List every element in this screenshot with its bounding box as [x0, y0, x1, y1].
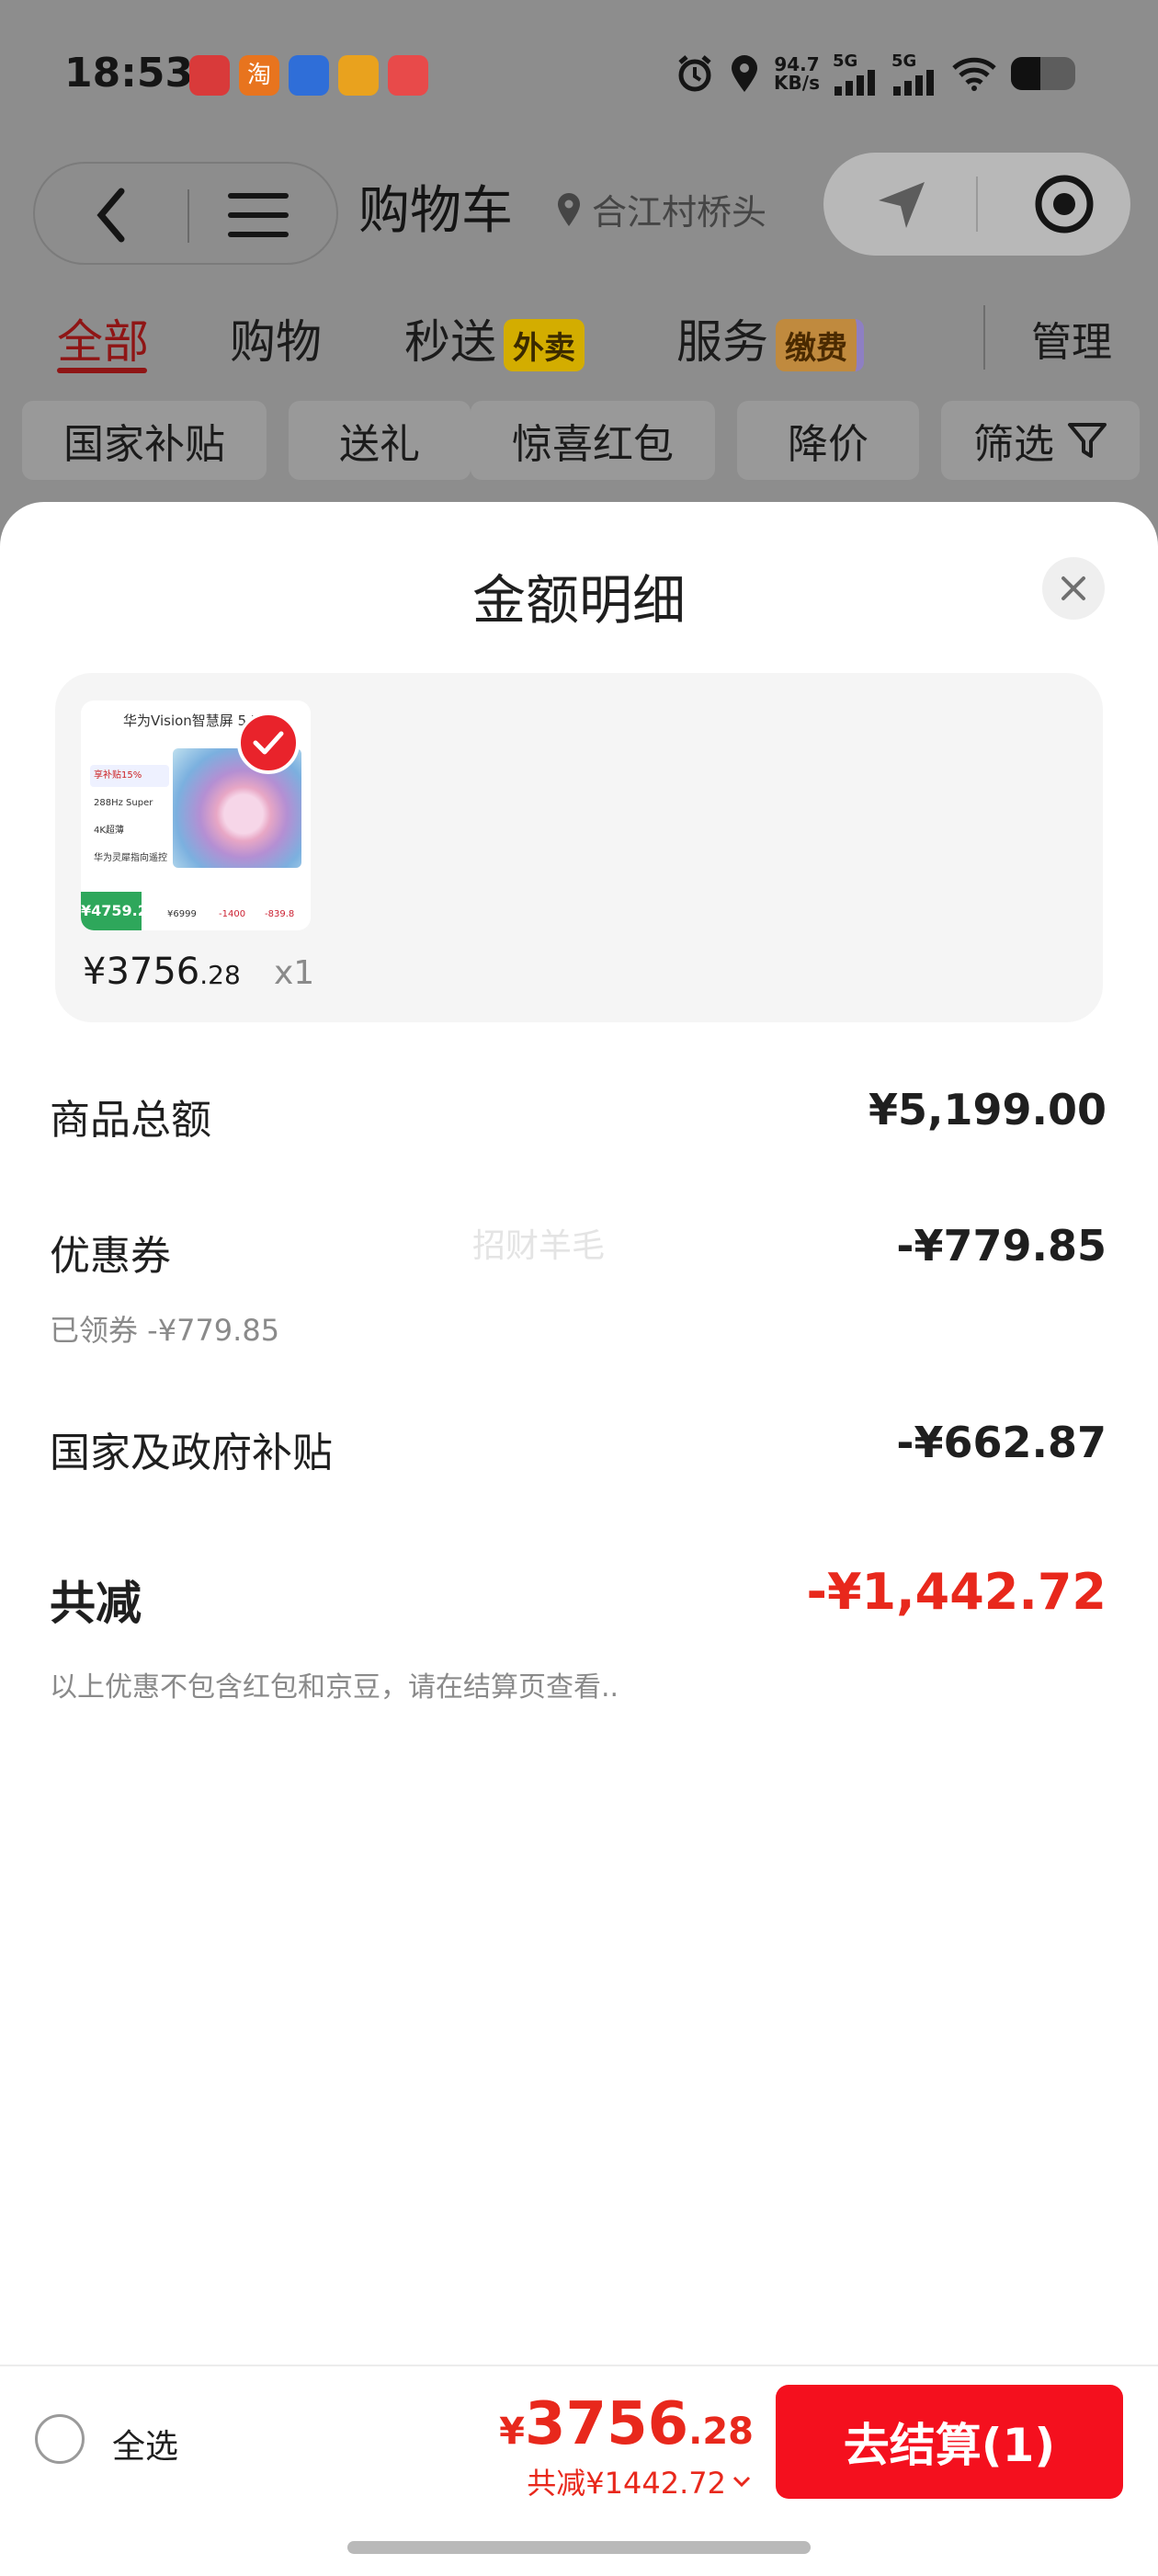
tab-services-label: 服务	[676, 315, 768, 369]
checkmark-icon	[253, 731, 284, 755]
select-all-label[interactable]: 全选	[112, 2420, 178, 2468]
total-price-dec: .28	[688, 2411, 754, 2453]
tab-shopping-label: 购物	[230, 315, 322, 369]
navigate-arrow-icon[interactable]	[875, 177, 930, 232]
subsidy-value: -¥662.87	[896, 1418, 1107, 1467]
goods-total-label: 商品总额	[50, 1097, 211, 1144]
saved-amount: 共减¥1442.72	[527, 2466, 726, 2501]
bill-badge: 缴费	[776, 319, 864, 371]
tab-active-underline	[57, 368, 147, 373]
net-speed-unit: KB/s	[774, 72, 820, 94]
close-icon	[1062, 576, 1085, 600]
tab-express-label: 秒送	[404, 315, 496, 369]
tab-shopping[interactable]: 购物	[230, 305, 322, 371]
chevron-down-icon	[732, 2476, 751, 2488]
signal-icon: 5G	[833, 51, 879, 96]
battery-icon	[1011, 57, 1075, 90]
location-text: 合江村桥头	[592, 192, 767, 233]
signal-icon-2: 5G	[891, 51, 937, 96]
thumb-feature-1: 享补贴15%	[90, 765, 169, 787]
net-speed: 94.7 KB/s	[774, 55, 820, 92]
total-reduction-label: 共减	[50, 1577, 142, 1630]
alarm-icon	[678, 55, 711, 92]
total-price-currency: ¥	[499, 2411, 526, 2453]
status-bar: 18:53 淘 94.7 KB/s 5G 5G	[0, 0, 1158, 147]
total-price: ¥3756.28	[499, 2390, 754, 2458]
total-reduction-value: -¥1,442.72	[806, 1563, 1107, 1621]
filter-chips: 国家补贴 送礼 惊喜红包 降价 筛选	[22, 401, 1143, 480]
total-price-int: 3756	[525, 2390, 689, 2458]
location-icon	[732, 55, 758, 92]
product-quantity: x1	[274, 954, 315, 992]
thumb-discount-2: -839.8	[265, 909, 295, 919]
chat-app-icon	[289, 55, 329, 96]
chip-surprise-redpacket[interactable]: 惊喜红包	[471, 401, 715, 480]
watermark-text: 招财羊毛	[472, 1227, 606, 1265]
tab-all[interactable]: 全部	[57, 305, 149, 371]
action-pill	[823, 153, 1130, 256]
discount-note: 以上优惠不包含红包和京豆，请在结算页查看..	[50, 1671, 619, 1704]
nav-pill	[33, 162, 338, 265]
subsidy-label: 国家及政府补贴	[50, 1430, 333, 1476]
tab-all-label: 全部	[57, 315, 149, 369]
select-all-radio[interactable]	[35, 2414, 85, 2464]
sheet-title: 金额明细	[471, 569, 686, 632]
tab-express[interactable]: 秒送 外卖	[404, 305, 585, 371]
product-price-dec: .28	[199, 960, 241, 990]
menu-icon[interactable]	[226, 189, 290, 241]
thumb-feature-2: 288Hz Super MiniLED	[90, 792, 169, 830]
net-speed-value: 94.7	[774, 53, 820, 75]
product-price: ¥3756.28	[83, 951, 241, 993]
checkout-bar: 全选 ¥3756.28 共减¥1442.72 去结算(1)	[0, 2365, 1158, 2576]
taobao-app-icon: 淘	[239, 55, 279, 96]
target-icon[interactable]	[1033, 173, 1096, 235]
chip-national-subsidy[interactable]: 国家补贴	[22, 401, 267, 480]
background-page: 18:53 淘 94.7 KB/s 5G 5G 购物车 合江村桥头 全部 购物 …	[0, 0, 1158, 552]
jd-app-icon	[189, 55, 230, 96]
thumb-feature-3: 4K超薄	[90, 820, 169, 842]
signal-bars-icon-2	[893, 70, 934, 96]
filter-funnel-icon	[1068, 423, 1107, 458]
tab-services[interactable]: 服务 缴费	[676, 305, 864, 371]
thumb-original-price: ¥6999	[167, 909, 197, 919]
goods-total-value: ¥5,199.00	[868, 1085, 1107, 1134]
location-pin-icon	[558, 192, 580, 226]
chip-filter-label: 筛选	[973, 421, 1054, 468]
coupon-value: -¥779.85	[896, 1221, 1107, 1271]
thumb-price: ¥4759.2	[81, 892, 148, 930]
home-indicator	[347, 2541, 811, 2554]
close-button[interactable]	[1042, 557, 1105, 620]
status-time: 18:53	[64, 50, 194, 97]
coupon-label: 优惠券	[50, 1233, 171, 1280]
checkout-button[interactable]: 去结算(1)	[776, 2385, 1123, 2499]
chip-price-drop[interactable]: 降价	[737, 401, 919, 480]
amount-detail-sheet: 金额明细 华为Vision智慧屏 5 75 享补贴15% 288Hz Super…	[0, 502, 1158, 2574]
page-title: 购物车	[358, 181, 513, 241]
thumb-discount-1: -1400	[219, 909, 246, 919]
back-arrow-icon[interactable]	[94, 188, 131, 243]
video-app-icon	[338, 55, 379, 96]
signal-bars-icon	[834, 70, 875, 96]
takeout-badge: 外卖	[504, 319, 585, 371]
product-selected-check[interactable]	[237, 712, 300, 774]
saved-amount-toggle[interactable]: 共减¥1442.72	[527, 2460, 752, 2502]
manage-button[interactable]: 管理	[1031, 309, 1112, 368]
location-selector[interactable]: 合江村桥头	[555, 184, 766, 234]
product-summary: 华为Vision智慧屏 5 75 享补贴15% 288Hz Super Mini…	[55, 673, 1103, 1022]
coupon-sub: 已领券 -¥779.85	[50, 1313, 280, 1348]
tab-divider	[983, 305, 985, 370]
kuaishou-app-icon	[388, 55, 428, 96]
product-price-int: ¥3756	[83, 951, 200, 993]
thumb-feature-4: 华为灵犀指向遥控	[90, 848, 169, 870]
chip-filter[interactable]: 筛选	[941, 401, 1140, 480]
chip-gift[interactable]: 送礼	[289, 401, 471, 480]
status-indicators: 94.7 KB/s 5G 5G	[675, 51, 1075, 96]
wifi-icon	[952, 57, 996, 91]
